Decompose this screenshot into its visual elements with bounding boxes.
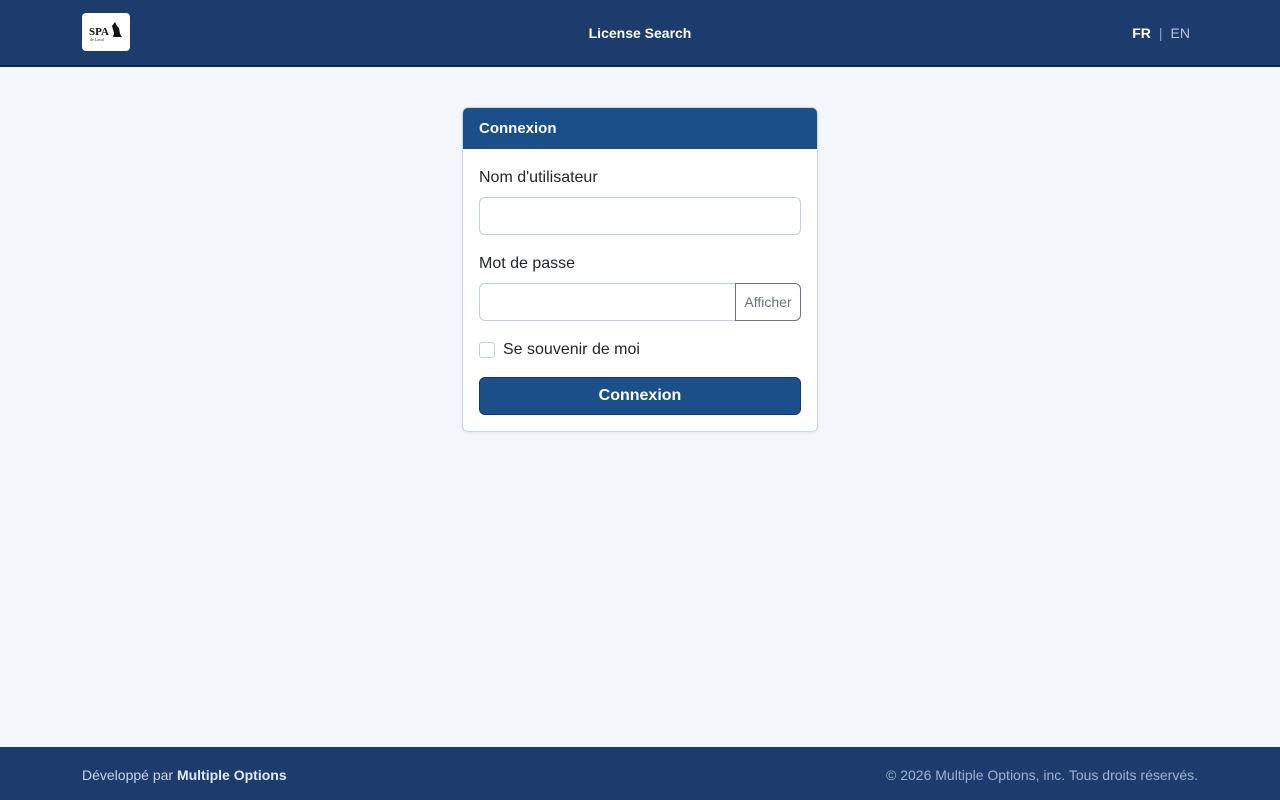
remember-me-label[interactable]: Se souvenir de moi [503,341,640,359]
developer-link[interactable]: Multiple Options [177,767,287,783]
password-input[interactable] [479,283,736,321]
lang-separator: | [1158,25,1163,41]
top-navbar: SPA de Laval License Search FR | EN [0,0,1280,67]
password-label: Mot de passe [479,255,576,272]
show-password-button[interactable]: Afficher [735,283,801,321]
lang-en-link[interactable]: EN [1171,25,1190,41]
login-card-title: Connexion [463,108,817,149]
login-submit-button[interactable]: Connexion [479,377,801,415]
username-label: Nom d'utilisateur [479,169,598,186]
copyright-text: © 2026 Multiple Options, inc. Tous droit… [886,767,1198,783]
app-title: License Search [588,25,692,41]
remember-me-checkbox[interactable] [479,342,495,358]
developed-by-text: Développé par [82,767,174,783]
footer: Développé par Multiple Options © 2026 Mu… [0,747,1280,800]
username-input[interactable] [479,197,801,235]
remember-me: Se souvenir de moi [479,341,640,359]
login-card: Connexion Nom d'utilisateur Mot de passe… [462,107,818,432]
language-switcher: FR | EN [1132,25,1190,41]
lang-fr-link[interactable]: FR [1132,25,1151,41]
footer-credit: Développé par Multiple Options [82,767,287,783]
